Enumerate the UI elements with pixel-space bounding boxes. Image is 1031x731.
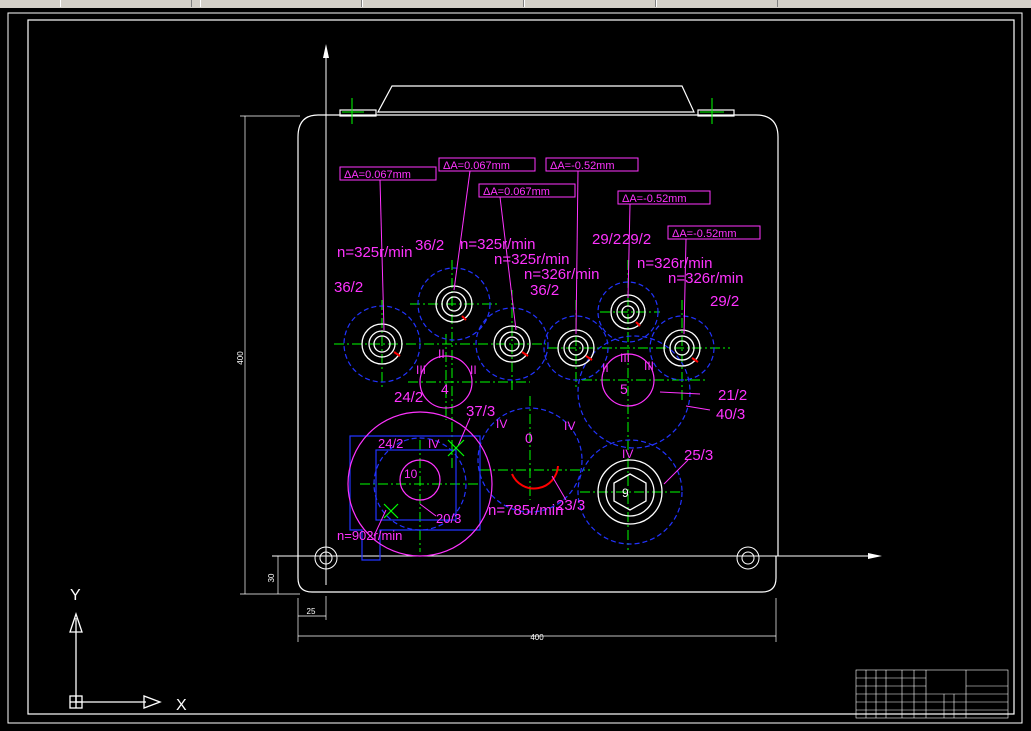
shaft-roman: II bbox=[602, 361, 609, 375]
shaft-roman: IV bbox=[564, 419, 575, 433]
tolerance-label: ΔA=0.067mm bbox=[443, 160, 510, 172]
bolt-markers bbox=[342, 98, 724, 124]
gear-label: 29/2 bbox=[622, 231, 651, 248]
shaft-number: 4 bbox=[441, 381, 449, 397]
document-tab[interactable] bbox=[524, 0, 656, 7]
speed-label: n=902r/min bbox=[337, 528, 402, 543]
cad-drawing: 400 400 30 25 ΔA=0.067mm ΔA=0.067mm ΔA=0… bbox=[7, 12, 1023, 724]
speed-label: n=326r/min bbox=[668, 270, 743, 287]
gear-label: 29/2 bbox=[592, 231, 621, 248]
shaft-number: 9 bbox=[622, 486, 629, 500]
gear-label: 21/2 bbox=[718, 387, 747, 404]
gear-label: 37/3 bbox=[466, 403, 495, 420]
shaft-roman: IV bbox=[496, 417, 507, 431]
title-block bbox=[855, 669, 1009, 719]
document-tab[interactable] bbox=[362, 0, 524, 7]
dimension-left: 25 bbox=[307, 607, 316, 616]
dimension-height: 400 bbox=[236, 351, 245, 365]
rotation-marks bbox=[393, 315, 699, 490]
speed-label: n=785r/min bbox=[488, 502, 563, 519]
shaft-number: 10 bbox=[404, 467, 418, 481]
gear-label: 23/3 bbox=[556, 497, 585, 514]
shaft-roman: II bbox=[470, 363, 477, 377]
ucs-y-label: Y bbox=[70, 587, 81, 604]
gear-label: 36/2 bbox=[334, 279, 363, 296]
shaft-roman: IV bbox=[428, 437, 439, 451]
shaft-roman: II bbox=[438, 347, 445, 361]
tolerance-label: ΔA=-0.52mm bbox=[550, 160, 615, 172]
shaft-roman: III bbox=[644, 359, 654, 373]
speed-label: n=325r/min bbox=[337, 244, 412, 261]
gear-label: 29/2 bbox=[710, 293, 739, 310]
mount-holes bbox=[314, 546, 760, 570]
shaft-roman: III bbox=[416, 363, 426, 377]
sheet-border-inner bbox=[27, 19, 1015, 715]
document-tab[interactable] bbox=[200, 0, 362, 7]
y-axis-arrow bbox=[323, 44, 329, 58]
tolerance-annotations: ΔA=0.067mm ΔA=0.067mm ΔA=0.067mm ΔA=-0.5… bbox=[339, 157, 761, 240]
tolerance-label: ΔA=0.067mm bbox=[483, 186, 550, 198]
gear-label: 36/2 bbox=[415, 237, 444, 254]
gear-label: 24/2 bbox=[378, 436, 403, 451]
dimension-bottom: 30 bbox=[267, 573, 276, 582]
document-tab[interactable] bbox=[656, 0, 778, 7]
shaft-number: 0 bbox=[525, 430, 533, 446]
shaft-roman: III bbox=[620, 351, 630, 365]
document-tab[interactable] bbox=[60, 0, 192, 7]
sheet-border-outer bbox=[7, 12, 1023, 724]
shaft-circles bbox=[347, 353, 655, 557]
tolerance-label: ΔA=-0.52mm bbox=[672, 228, 737, 240]
speed-label: n=326r/min bbox=[524, 266, 599, 283]
tolerance-label: ΔA=0.067mm bbox=[344, 169, 411, 181]
shaft-roman: IV bbox=[622, 447, 633, 461]
gear-label: 40/3 bbox=[716, 406, 745, 423]
ucs-x-label: X bbox=[176, 697, 187, 714]
gear-label: 24/2 bbox=[394, 389, 423, 406]
tolerance-label: ΔA=-0.52mm bbox=[622, 193, 687, 205]
ucs-icon bbox=[69, 611, 162, 709]
drawing-canvas[interactable]: 400 400 30 25 ΔA=0.067mm ΔA=0.067mm ΔA=0… bbox=[0, 8, 1031, 726]
x-axis-arrow bbox=[868, 553, 882, 559]
gear-label: 20/3 bbox=[436, 511, 461, 526]
gear-label: 25/3 bbox=[684, 447, 713, 464]
shaft-number: 5 bbox=[620, 381, 628, 397]
gear-label: 36/2 bbox=[530, 282, 559, 299]
cross-markers bbox=[383, 439, 465, 519]
dimension-width: 400 bbox=[530, 633, 544, 642]
